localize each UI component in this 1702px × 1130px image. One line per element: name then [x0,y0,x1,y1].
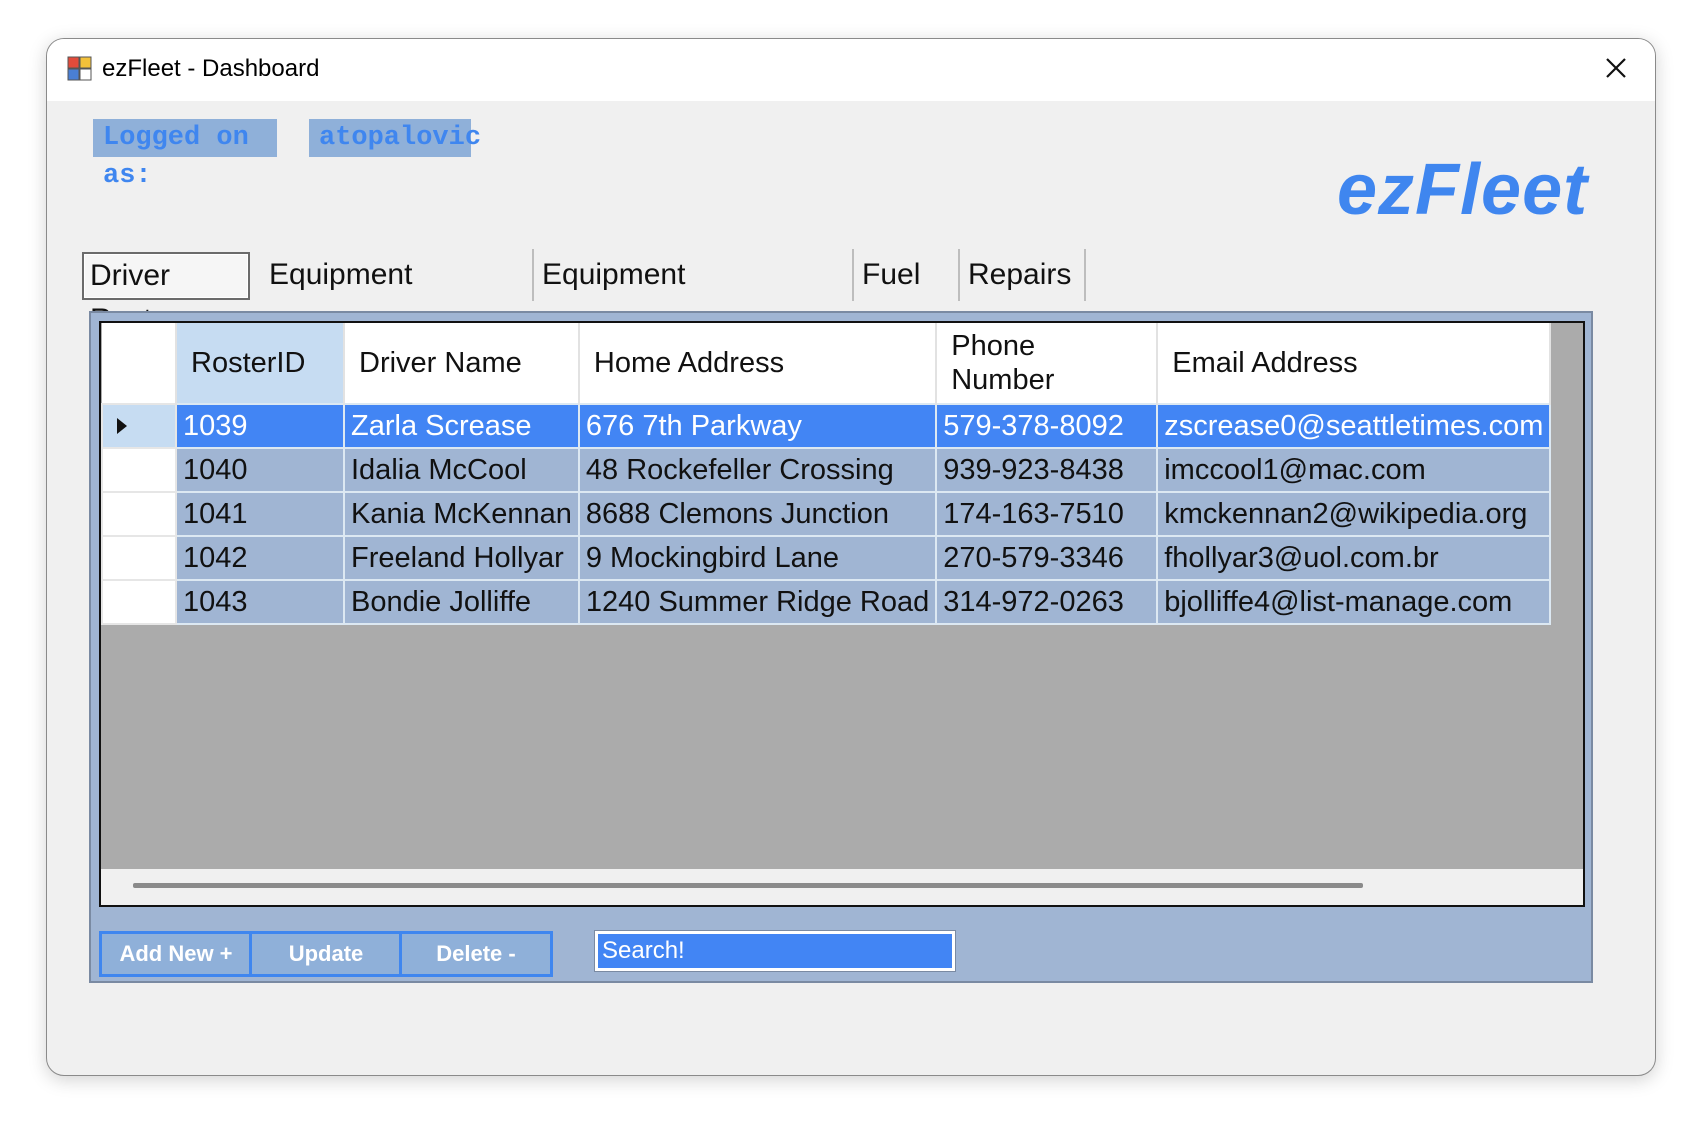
row-header[interactable] [101,579,177,625]
cell-home-address[interactable]: 8688 Clemons Junction [577,491,938,537]
cell-driver-name[interactable]: Bondie Jolliffe [343,579,580,625]
cell-phone-number[interactable]: 579-378-8092 [935,403,1159,449]
cell-email-address[interactable]: bjolliffe4@list-manage.com [1156,579,1552,625]
close-icon[interactable] [1599,51,1633,85]
cell-phone-number[interactable]: 270-579-3346 [935,535,1159,581]
row-header[interactable] [101,447,177,493]
row-header[interactable] [101,403,177,449]
cell-phone-number[interactable]: 939-923-8438 [935,447,1159,493]
tab-driver-roster[interactable]: Driver Roster [82,252,250,336]
window-title: ezFleet - Dashboard [102,55,320,82]
cell-home-address[interactable]: 48 Rockefeller Crossing [577,447,938,493]
logged-on-label: Logged on as: [93,119,277,191]
cell-roster-id[interactable]: 1041 [175,491,345,537]
brand-logo: ezFleet [1337,150,1589,230]
table-row[interactable]: 1039 Zarla Screase 676 7th Parkway 579-3… [101,403,1552,449]
table-row[interactable]: 1041 Kania McKennan 8688 Clemons Junctio… [101,491,1552,537]
tab-equipment-maintenance[interactable]: Equipment Maintenance [536,249,854,343]
column-header-phone-number[interactable]: Phone Number [936,323,1159,404]
header-row: RosterID Driver Name Home Address Phone … [102,323,1552,404]
cell-roster-id[interactable]: 1040 [175,447,345,493]
horizontal-scrollbar[interactable] [101,869,1583,905]
app-icon [67,56,92,81]
cell-phone-number[interactable]: 314-972-0263 [935,579,1159,625]
cell-roster-id[interactable]: 1043 [175,579,345,625]
table-row[interactable]: 1040 Idalia McCool 48 Rockefeller Crossi… [101,447,1552,493]
tab-repairs[interactable]: Repairs [962,249,1086,301]
column-header-driver-name[interactable]: Driver Name [344,323,580,404]
cell-driver-name[interactable]: Zarla Screase [343,403,580,449]
row-header-corner [102,323,177,404]
row-header[interactable] [101,491,177,537]
tab-equipment-inventory[interactable]: Equipment Inventory [263,249,534,343]
update-button[interactable]: Update [249,931,403,977]
scrollbar-thumb[interactable] [133,883,1363,888]
driver-roster-panel: RosterID Driver Name Home Address Phone … [89,311,1593,983]
tab-fuel[interactable]: Fuel [856,249,960,301]
table-row[interactable]: 1043 Bondie Jolliffe 1240 Summer Ridge R… [101,579,1552,625]
title-bar: ezFleet - Dashboard [47,39,1655,101]
add-new-button[interactable]: Add New + [99,931,253,977]
cell-roster-id[interactable]: 1042 [175,535,345,581]
roster-grid[interactable]: RosterID Driver Name Home Address Phone … [99,321,1585,907]
username-badge: atopalovic [309,119,481,157]
cell-phone-number[interactable]: 174-163-7510 [935,491,1159,537]
column-header-email-address[interactable]: Email Address [1157,323,1552,404]
cell-home-address[interactable]: 1240 Summer Ridge Road [577,579,938,625]
current-row-arrow-icon [117,418,127,434]
cell-driver-name[interactable]: Idalia McCool [343,447,580,493]
search-input[interactable] [595,931,955,971]
cell-driver-name[interactable]: Freeland Hollyar [343,535,580,581]
column-header-rosterid[interactable]: RosterID [176,323,345,404]
table-row[interactable]: 1042 Freeland Hollyar 9 Mockingbird Lane… [101,535,1552,581]
cell-driver-name[interactable]: Kania McKennan [343,491,580,537]
delete-button[interactable]: Delete - [399,931,553,977]
roster-table: RosterID Driver Name Home Address Phone … [101,323,1552,625]
cell-email-address[interactable]: fhollyar3@uol.com.br [1156,535,1552,581]
column-header-home-address[interactable]: Home Address [578,323,938,404]
row-header[interactable] [101,535,177,581]
cell-home-address[interactable]: 9 Mockingbird Lane [577,535,938,581]
cell-email-address[interactable]: imccool1@mac.com [1156,447,1552,493]
cell-email-address[interactable]: zscrease0@seattletimes.com [1156,403,1552,449]
cell-roster-id[interactable]: 1039 [175,403,345,449]
cell-email-address[interactable]: kmckennan2@wikipedia.org [1156,491,1552,537]
cell-home-address[interactable]: 676 7th Parkway [577,403,938,449]
dashboard-window: ezFleet - Dashboard Logged on as: atopal… [46,38,1656,1076]
